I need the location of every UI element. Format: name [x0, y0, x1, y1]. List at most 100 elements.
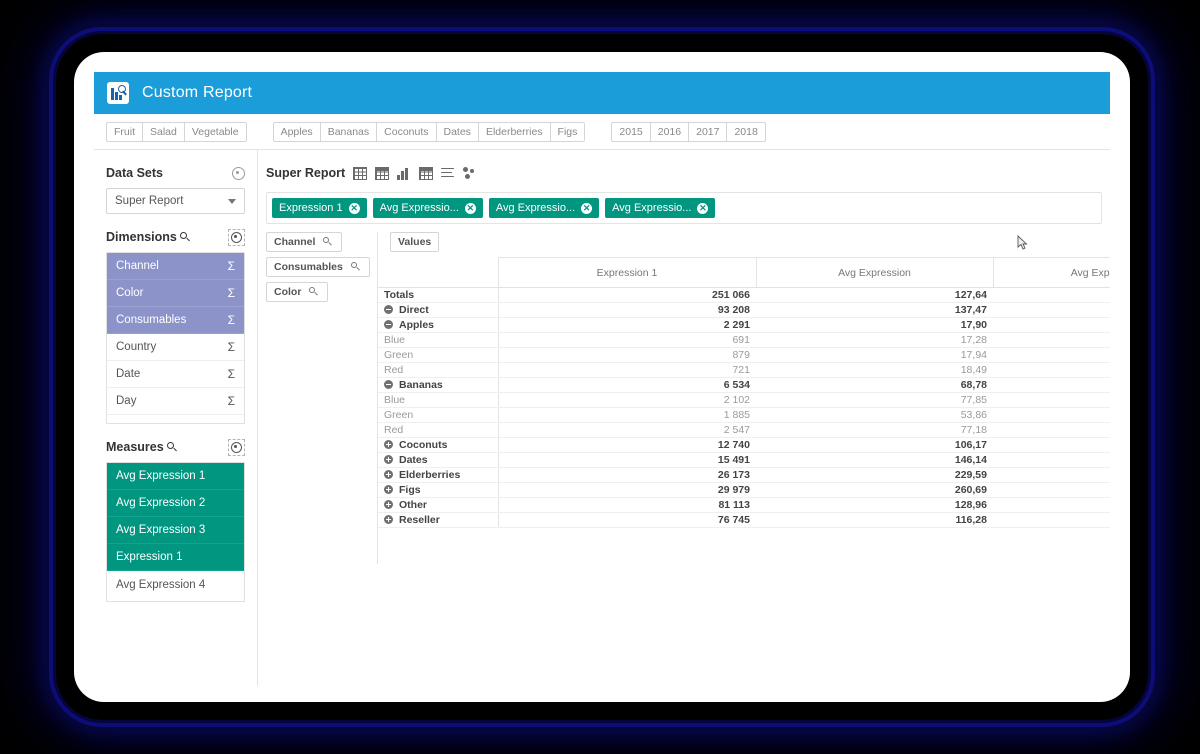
search-icon[interactable] [179, 231, 191, 243]
collapse-icon[interactable] [384, 380, 393, 389]
filter-button-fruit[interactable]: Fruit [106, 121, 142, 142]
row-label: Dates [399, 454, 428, 466]
table-alt-icon[interactable] [419, 166, 434, 180]
dimension-label: Consumables [116, 314, 187, 326]
table-row[interactable]: Green 879 17,94 0,04 [378, 347, 1110, 363]
filter-button-2016[interactable]: 2016 [649, 121, 689, 142]
chip-expression-1[interactable]: Expression 1 ✕ [272, 198, 367, 218]
search-icon[interactable] [309, 286, 320, 298]
table-row[interactable]: Red 721 18,49 0,04 [378, 362, 1110, 378]
measure-item-avg-expression-4[interactable]: Avg Expression 4 [107, 571, 244, 598]
row-label: Direct [399, 304, 429, 316]
measure-item-avg-expression-1[interactable]: Avg Expression 1 [107, 463, 244, 490]
filter-button-apples[interactable]: Apples [272, 121, 320, 142]
filter-button-coconuts[interactable]: Coconuts [376, 121, 436, 142]
gear-icon[interactable] [232, 166, 245, 180]
close-icon[interactable]: ✕ [581, 202, 593, 214]
expand-icon[interactable] [384, 515, 393, 524]
table-row[interactable]: Green 1 885 53,86 0,13 [378, 407, 1110, 423]
expand-icon[interactable] [384, 470, 393, 479]
row-label: Reseller [399, 514, 440, 526]
row-pill-consumables[interactable]: Consumables [266, 257, 370, 277]
dimension-label: Dimensions [116, 423, 228, 424]
chip-avg-expression-2[interactable]: Avg Expressio... ✕ [488, 198, 600, 218]
dimension-item-country[interactable]: Country Σ [107, 334, 244, 361]
filter-button-bananas[interactable]: Bananas [319, 121, 377, 142]
dimension-item-consumables[interactable]: Consumables Σ [107, 307, 244, 334]
table-icon[interactable] [353, 166, 368, 180]
cell-expression-1: 2 547 [498, 422, 756, 438]
close-icon[interactable]: ✕ [348, 202, 360, 214]
row-pill-color[interactable]: Color [266, 282, 329, 302]
dimension-item-dimensions[interactable]: Dimensions Σ [107, 415, 244, 424]
table-row[interactable]: Reseller 76 745 116,28 0,23 [378, 512, 1110, 528]
dimensions-list[interactable]: Channel Σ Color Σ Consumables Σ Country … [106, 252, 245, 424]
table-row[interactable]: Red 2 547 77,18 0,12 [378, 422, 1110, 438]
filter-button-2017[interactable]: 2017 [688, 121, 727, 142]
table-header-icon[interactable] [375, 166, 390, 180]
row-pill-channel[interactable]: Channel [266, 232, 343, 252]
measure-item-avg-expression-3[interactable]: Avg Expression 3 [107, 517, 244, 544]
expand-icon[interactable] [384, 485, 393, 494]
dimension-item-day[interactable]: Day Σ [107, 388, 244, 415]
table-row[interactable]: Dates 15 491 146,14 0,30 [378, 452, 1110, 468]
cell-avg-expression: 17,28 [756, 332, 993, 348]
column-header-avg-expression[interactable]: Avg Expression [755, 257, 994, 288]
table-row[interactable]: Bananas 6 534 68,78 0,12 [378, 377, 1110, 393]
column-pill-values[interactable]: Values [390, 232, 440, 252]
dimension-label: Color [116, 287, 144, 299]
column-header-avg-expression-3[interactable]: Avg Expression 3 [992, 257, 1110, 288]
dimension-item-color[interactable]: Color Σ [107, 280, 244, 307]
measure-item-avg-expression-2[interactable]: Avg Expression 2 [107, 490, 244, 517]
search-icon[interactable] [350, 261, 362, 273]
chip-avg-expression-3[interactable]: Avg Expressio... ✕ [605, 198, 716, 218]
filter-button-salad[interactable]: Salad [142, 121, 184, 142]
column-dimension-dropzone[interactable]: Values [378, 232, 1110, 257]
sigma-icon: Σ [228, 422, 235, 424]
expand-icon[interactable] [384, 440, 393, 449]
chip-avg-expression-1[interactable]: Avg Expressio... ✕ [372, 198, 483, 218]
collapse-icon[interactable] [384, 320, 393, 329]
bar-chart-icon[interactable] [397, 167, 411, 180]
measure-item-expression-1[interactable]: Expression 1 [107, 544, 244, 571]
expand-icon[interactable] [384, 455, 393, 464]
search-icon[interactable] [323, 236, 334, 248]
table-row[interactable]: Apples 2 291 17,90 0,04 [378, 317, 1110, 333]
filter-button-2015[interactable]: 2015 [611, 121, 650, 142]
dimension-item-date[interactable]: Date Σ [107, 361, 244, 388]
gear-boxed-icon[interactable] [228, 438, 245, 456]
pivot-table: Expression 1 Avg Expression Avg Expressi… [378, 257, 1110, 528]
gear-boxed-icon[interactable] [228, 228, 245, 246]
table-row[interactable]: Elderberries 26 173 229,59 0,35 [378, 467, 1110, 483]
cell-avg-expression: 116,28 [756, 512, 993, 528]
search-icon[interactable] [166, 441, 178, 453]
collapse-icon[interactable] [384, 305, 393, 314]
column-header-expression-1[interactable]: Expression 1 [497, 257, 757, 288]
table-row[interactable]: Other 81 113 128,96 0,25 [378, 497, 1110, 513]
dimensions-title: Dimensions [106, 230, 177, 244]
expand-icon[interactable] [384, 500, 393, 509]
cell-expression-1: 2 291 [498, 317, 756, 333]
table-row[interactable]: Blue 2 102 77,85 0,12 [378, 392, 1110, 408]
filter-button-2018[interactable]: 2018 [726, 121, 766, 142]
dimension-item-channel[interactable]: Channel Σ [107, 253, 244, 280]
close-icon[interactable]: ✕ [464, 202, 476, 214]
table-row[interactable]: Coconuts 12 740 106,17 0,21 [378, 437, 1110, 453]
dimension-label: Day [116, 395, 137, 407]
table-row[interactable]: Direct 93 208 137,47 0,25 [378, 302, 1110, 318]
data-set-select[interactable]: Super Report [106, 188, 245, 214]
close-icon[interactable]: ✕ [697, 202, 709, 214]
cell-expression-1: 1 885 [498, 407, 756, 423]
scatter-icon[interactable] [463, 166, 477, 180]
lines-icon[interactable] [441, 167, 455, 180]
table-row[interactable]: Blue 691 17,28 0,05 [378, 332, 1110, 348]
table-row[interactable]: Figs 29 979 260,69 0,47 [378, 482, 1110, 498]
filter-button-figs[interactable]: Figs [549, 121, 586, 142]
filter-button-vegetable[interactable]: Vegetable [183, 121, 247, 142]
filter-button-elderberries[interactable]: Elderberries [477, 121, 550, 142]
row-dimension-dropzone[interactable]: Channel Consumables Color [258, 232, 378, 564]
application-window: Custom Report Fruit Salad Vegetable Appl… [94, 72, 1110, 686]
filter-button-dates[interactable]: Dates [435, 121, 478, 142]
measures-list[interactable]: Avg Expression 1 Avg Expression 2 Avg Ex… [106, 462, 245, 602]
table-row[interactable]: Totals 251 066 127,64 0,24 [378, 287, 1110, 303]
